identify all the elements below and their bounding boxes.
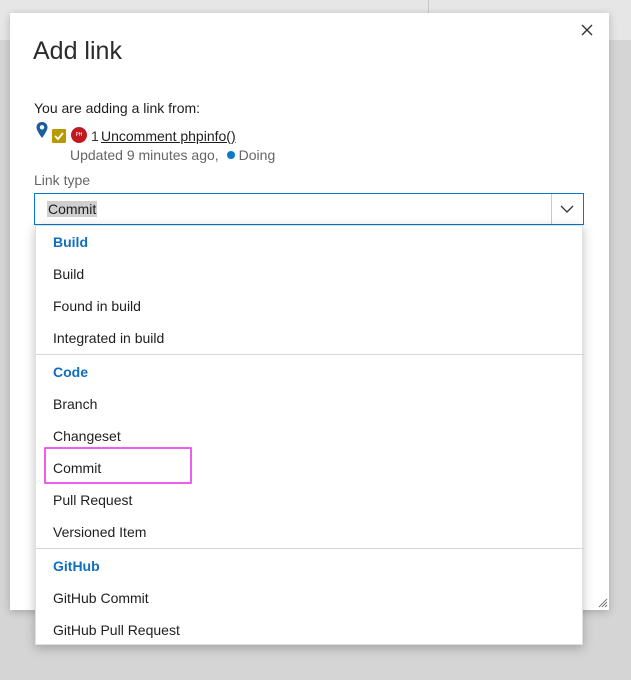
adding-link-from-label: You are adding a link from: [34, 100, 201, 116]
link-type-value: Commit [47, 201, 98, 217]
option-changeset[interactable]: Changeset [53, 428, 121, 444]
group-divider [36, 354, 584, 355]
map-pin-icon [36, 122, 48, 138]
work-item-state: Doing [238, 147, 276, 163]
option-pull-request[interactable]: Pull Request [53, 492, 132, 508]
state-dot-icon [226, 151, 235, 159]
dialog-title: Add link [33, 37, 122, 65]
work-item-id: 1 [91, 128, 99, 144]
select-divider [551, 194, 552, 224]
work-item-updated: Updated 9 minutes ago, [70, 147, 219, 163]
group-divider [36, 548, 584, 549]
work-item-type-icon [52, 129, 66, 143]
checkbox-icon [54, 132, 64, 141]
work-item-meta: Updated 9 minutes ago, Doing [70, 147, 275, 163]
close-icon [581, 24, 593, 36]
chevron-down-icon[interactable] [559, 202, 575, 216]
option-integrated-in-build[interactable]: Integrated in build [53, 330, 164, 346]
resize-grip-icon[interactable] [596, 596, 608, 608]
option-github-commit[interactable]: GitHub Commit [53, 590, 149, 606]
option-build[interactable]: Build [53, 266, 84, 282]
group-header-github: GitHub [53, 558, 100, 574]
group-header-build: Build [53, 234, 88, 250]
group-header-code: Code [53, 364, 88, 380]
link-type-select[interactable]: Commit [34, 193, 584, 225]
option-found-in-build[interactable]: Found in build [53, 298, 141, 314]
option-github-pull-request[interactable]: GitHub Pull Request [53, 622, 180, 638]
option-versioned-item[interactable]: Versioned Item [53, 524, 146, 540]
work-item-title-link[interactable]: Uncomment phpinfo() [101, 128, 236, 144]
link-type-label: Link type [34, 172, 91, 188]
avatar: PH [71, 127, 87, 143]
close-button[interactable] [576, 19, 598, 41]
link-type-dropdown: Build Build Found in build Integrated in… [35, 225, 584, 645]
highlight-annotation [44, 447, 192, 484]
background-divider [428, 0, 429, 14]
option-branch[interactable]: Branch [53, 396, 97, 412]
